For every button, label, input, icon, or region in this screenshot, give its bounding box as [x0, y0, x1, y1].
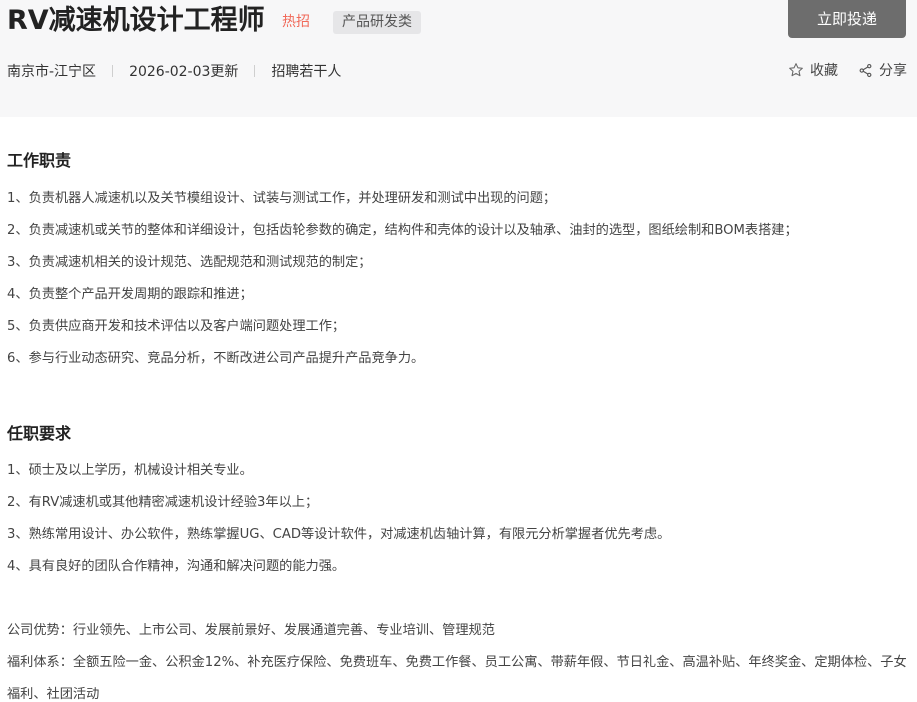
job-updated: 2026-02-03更新 [129, 64, 239, 80]
job-actions: 收藏 分享 [788, 60, 907, 80]
category-tag: 产品研发类 [333, 11, 421, 34]
job-headcount: 招聘若干人 [271, 64, 342, 80]
favorite-button[interactable]: 收藏 [788, 60, 838, 80]
requirements-heading: 任职要求 [7, 424, 72, 443]
share-label: 分享 [879, 63, 907, 79]
job-meta: 南京市-江宁区 2026-02-03更新 招聘若干人 [7, 61, 341, 81]
duty-item: 6、参与行业动态研究、竞品分析，不断改进公司产品提升产品竞争力。 [7, 351, 425, 366]
share-icon [859, 63, 872, 77]
requirement-item: 3、熟练常用设计、办公软件，熟练掌握UG、CAD等设计软件，对减速机齿轴计算，有… [7, 527, 671, 542]
star-icon [789, 63, 803, 77]
job-title: RV减速机设计工程师 [7, 5, 265, 36]
duty-item: 2、负责减速机或关节的整体和详细设计，包括齿轮参数的确定，结构件和壳体的设计以及… [7, 223, 798, 238]
share-button[interactable]: 分享 [858, 60, 907, 80]
requirement-item: 1、硕士及以上学历，机械设计相关专业。 [7, 463, 253, 478]
company-advantages: 公司优势：行业领先、上市公司、发展前景好、发展通道完善、专业培训、管理规范 [7, 623, 495, 638]
benefits-text: 福利体系：全额五险一金、公积金12%、补充医疗保险、免费班车、免费工作餐、员工公… [7, 655, 907, 702]
apply-button[interactable]: 立即投递 [788, 0, 906, 38]
meta-divider [254, 65, 256, 77]
job-location: 南京市-江宁区 [7, 64, 97, 80]
duty-item: 1、负责机器人减速机以及关节模组设计、试装与测试工作，并处理研发和测试中出现的问… [7, 191, 557, 206]
favorite-label: 收藏 [810, 63, 838, 79]
duty-item: 3、负责减速机相关的设计规范、选配规范和测试规范的制定； [7, 255, 372, 270]
meta-divider [112, 65, 114, 77]
duties-heading: 工作职责 [7, 151, 72, 170]
requirement-item: 2、有RV减速机或其他精密减速机设计经验3年以上； [7, 495, 319, 510]
duty-item: 5、负责供应商开发和技术评估以及客户端问题处理工作； [7, 319, 346, 334]
duty-item: 4、负责整个产品开发周期的跟踪和推进； [7, 287, 253, 302]
job-header: RV减速机设计工程师 热招 产品研发类 立即投递 南京市-江宁区 2026-02… [0, 0, 917, 117]
requirement-item: 4、具有良好的团队合作精神，沟通和解决问题的能力强。 [7, 559, 346, 574]
hot-tag: 热招 [282, 14, 310, 30]
